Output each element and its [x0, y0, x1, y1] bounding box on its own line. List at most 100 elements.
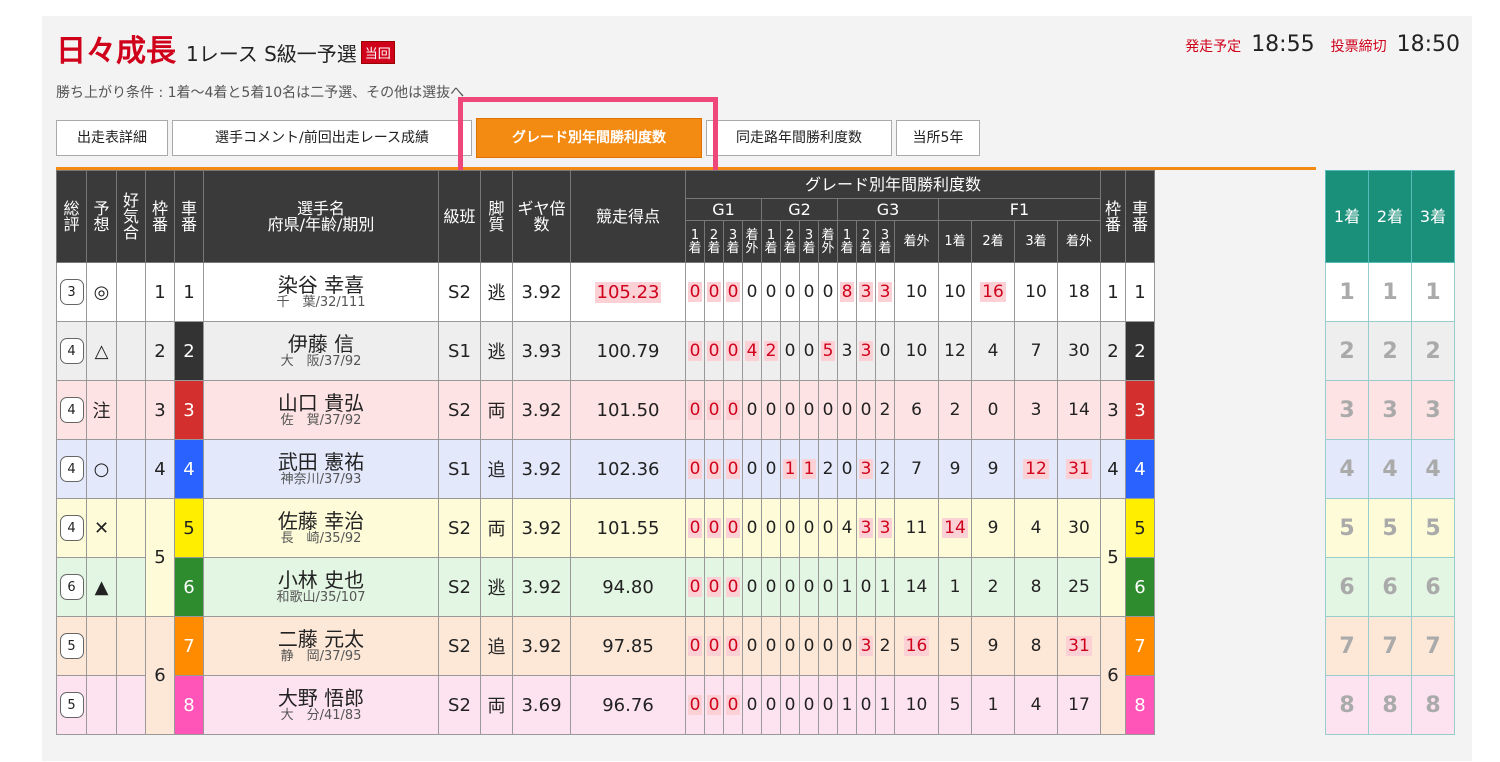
select-third-car[interactable]: 4	[1411, 439, 1455, 499]
col-g3-p1: 1着	[837, 220, 857, 263]
tab-grade-wins[interactable]: グレード別年間勝利度数	[476, 118, 702, 158]
win-count-cell: 0	[856, 557, 876, 617]
frame-number-right: 1	[1100, 262, 1126, 322]
select-second-car[interactable]: 3	[1368, 380, 1412, 440]
win-count-cell: 2	[971, 557, 1015, 617]
col-f1-p2: 2着	[971, 220, 1015, 263]
win-count: 0	[765, 577, 777, 597]
win-count-cell: 30	[1057, 498, 1101, 558]
win-count-cell: 1	[837, 557, 857, 617]
win-count: 0	[803, 282, 815, 302]
spirit-cell	[116, 380, 146, 440]
win-count: 0	[803, 695, 815, 715]
spirit-cell	[116, 262, 146, 322]
select-second-car[interactable]: 2	[1368, 321, 1412, 381]
bet-selection-table: 1着 2着 3着 111222333444555666777888	[1325, 170, 1455, 735]
entry-row: 4 ✕ 5 5 佐藤 幸治長 崎/35/92 S2 両 3.92 101.55 0 0 0 0 0 0 0 0 4…	[56, 498, 1155, 617]
win-count: 31	[1066, 459, 1092, 479]
win-count: 0	[725, 636, 741, 656]
select-first-car[interactable]: 4	[1325, 439, 1369, 499]
rider-name[interactable]: 染谷 幸喜	[204, 274, 438, 296]
select-third-car[interactable]: 2	[1411, 321, 1455, 381]
race-times: 発走予定 18:55 投票締切 18:50	[1185, 32, 1460, 57]
select-first-car[interactable]: 5	[1325, 498, 1369, 558]
select-first-car[interactable]: 1	[1325, 262, 1369, 322]
evaluation-badge: 4	[59, 515, 84, 541]
rider-name[interactable]: 大野 悟郎	[204, 687, 438, 709]
car-number: 8	[174, 675, 204, 735]
rider-name[interactable]: 小林 史也	[204, 569, 438, 591]
entry-row: 5 8 大野 悟郎大 分/41/83 S2 両 3.69 96.76 0 0 0 0 0 0 0 0 1 0 1 1…	[56, 675, 1155, 735]
entry-row: 6 ▲ 6 小林 史也 和歌山/35/107 S2 逃 3.92 94.80 0 0 0 0 0 0 0 0 1 0…	[56, 557, 1155, 617]
select-second-car[interactable]: 5	[1368, 498, 1412, 558]
car-number-right: 4	[1125, 439, 1155, 499]
win-count: 3	[858, 341, 874, 361]
rider-info: 大 阪/37/92	[280, 353, 362, 369]
select-third-car[interactable]: 1	[1411, 262, 1455, 322]
rider-name[interactable]: 武田 憲祐	[204, 451, 438, 473]
col-f1-out: 着外	[1057, 220, 1101, 263]
select-third-car[interactable]: 8	[1411, 675, 1455, 735]
start-label: 発走予定	[1185, 39, 1242, 55]
win-count: 0	[822, 636, 834, 656]
win-count-cell: 0	[742, 498, 762, 558]
win-count-cell: 3	[856, 321, 876, 381]
select-second-car[interactable]: 4	[1368, 439, 1412, 499]
win-count-cell: 9	[938, 439, 972, 499]
advance-condition: 勝ち上がり条件 : 1着〜4着と5着10名は二予選、その他は選抜へ	[56, 85, 465, 101]
col-f1: F1	[938, 198, 1101, 221]
win-count: 5	[949, 695, 961, 715]
car-number: 1	[174, 262, 204, 322]
col-frame: 枠番	[145, 170, 175, 263]
win-count-cell: 1	[799, 439, 819, 499]
win-count: 2	[987, 577, 999, 597]
select-third-car[interactable]: 7	[1411, 616, 1455, 676]
win-count-cell: 0	[704, 498, 724, 558]
select-second-car[interactable]: 1	[1368, 262, 1412, 322]
win-count-cell: 0	[780, 557, 800, 617]
win-count-cell: 0	[704, 675, 724, 735]
win-count: 0	[725, 518, 741, 538]
class-cell: S2	[438, 262, 481, 322]
win-count-cell: 0	[799, 262, 819, 322]
tab-rider-comment[interactable]: 選手コメント/前回出走レース成績	[172, 120, 472, 156]
car-number: 4	[174, 439, 204, 499]
tab-same-track-wins[interactable]: 同走路年間勝利度数	[706, 120, 892, 156]
prediction-mark: ○	[86, 439, 117, 499]
score-cell: 97.85	[570, 616, 686, 676]
select-first-car[interactable]: 3	[1325, 380, 1369, 440]
score-value: 101.50	[596, 399, 660, 421]
select-second-car[interactable]: 8	[1368, 675, 1412, 735]
rider-name[interactable]: 二藤 元太	[204, 628, 438, 650]
select-second-car[interactable]: 6	[1368, 557, 1412, 617]
tab-local-5year[interactable]: 当所5年	[896, 120, 980, 156]
select-second-car[interactable]: 7	[1368, 616, 1412, 676]
select-third-car[interactable]: 3	[1411, 380, 1455, 440]
win-count-cell: 0	[818, 675, 838, 735]
win-count-cell: 25	[1057, 557, 1101, 617]
win-count-cell: 4	[837, 498, 857, 558]
rider-name[interactable]: 佐藤 幸治	[204, 510, 438, 532]
win-count-cell: 4	[742, 321, 762, 381]
select-first-car[interactable]: 7	[1325, 616, 1369, 676]
select-first-car[interactable]: 8	[1325, 675, 1369, 735]
win-count-cell: 2	[875, 616, 895, 676]
win-count: 18	[1068, 282, 1090, 302]
gear-cell: 3.92	[512, 557, 571, 617]
win-count-cell: 8	[1014, 616, 1058, 676]
win-count: 14	[1068, 400, 1090, 420]
select-first-car[interactable]: 6	[1325, 557, 1369, 617]
win-count: 0	[822, 577, 834, 597]
entry-table: 総評 予想 好気合 枠番 車番 選手名 府県/年齢/期別 級班 脚質 ギヤ倍数 競…	[56, 170, 1155, 735]
win-count: 3	[841, 341, 853, 361]
entry-row: 3 ◎ 1 1 染谷 幸喜千 葉/32/111 S2 逃 3.92 105.23 0 0 0 0 0 0 0 0…	[56, 262, 1155, 322]
tab-entry-detail[interactable]: 出走表詳細	[56, 120, 168, 156]
rider-name[interactable]: 伊藤 信	[204, 333, 438, 355]
win-count-cell: 9	[971, 498, 1015, 558]
select-third-car[interactable]: 6	[1411, 557, 1455, 617]
rider-name[interactable]: 山口 貴弘	[204, 392, 438, 414]
win-count: 0	[822, 400, 834, 420]
select-first-car[interactable]: 2	[1325, 321, 1369, 381]
select-third-car[interactable]: 5	[1411, 498, 1455, 558]
win-count-cell: 1	[837, 675, 857, 735]
